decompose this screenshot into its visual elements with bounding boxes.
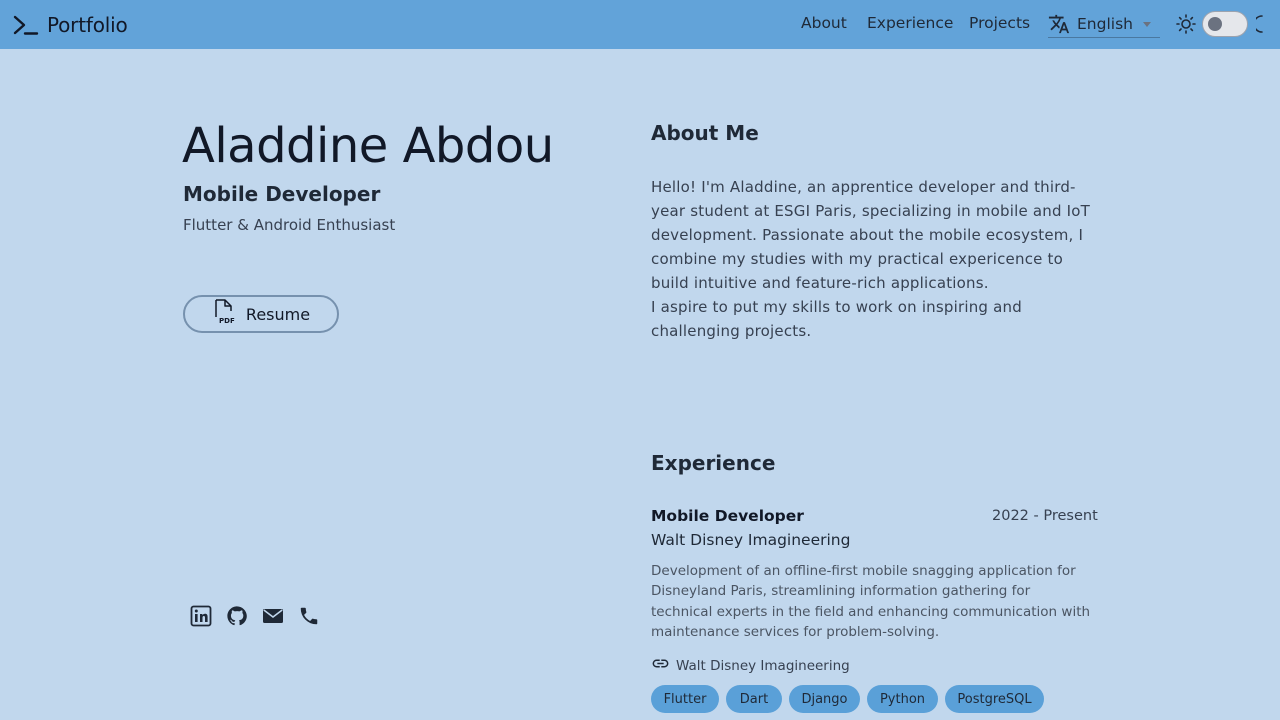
resume-button[interactable]: PDF Resume	[183, 295, 339, 333]
theme-toggle[interactable]	[1202, 11, 1248, 37]
linkedin-icon[interactable]	[190, 605, 212, 627]
tag-flutter: Flutter	[651, 685, 719, 713]
top-navbar: Portfolio About Experience Projects Engl…	[0, 0, 1280, 49]
nav-about[interactable]: About	[801, 14, 847, 32]
pdf-file-icon: PDF	[212, 299, 236, 329]
social-links	[190, 605, 320, 627]
nav-experience[interactable]: Experience	[867, 14, 953, 32]
tag-python: Python	[867, 685, 938, 713]
terminal-icon	[13, 14, 39, 36]
resume-label: Resume	[245, 304, 311, 324]
link-icon	[651, 654, 670, 677]
tag-django: Django	[789, 685, 860, 713]
profile-role: Mobile Developer	[183, 182, 381, 206]
experience-description: Development of an offline-first mobile s…	[651, 563, 1091, 640]
svg-text:PDF: PDF	[219, 317, 235, 325]
toggle-knob	[1208, 17, 1222, 31]
about-paragraph: Hello! I'm Aladdine, an apprentice devel…	[651, 178, 1091, 292]
brand-title: Portfolio	[47, 12, 128, 37]
tag-dart: Dart	[726, 685, 782, 713]
nav-projects[interactable]: Projects	[969, 14, 1030, 32]
translate-icon	[1048, 13, 1070, 35]
brand-link[interactable]: Portfolio	[13, 0, 128, 49]
moon-icon	[1253, 14, 1272, 38]
email-icon[interactable]	[262, 605, 284, 627]
experience-company: Walt Disney Imagineering	[651, 531, 851, 549]
about-title: About Me	[651, 121, 759, 145]
about-paragraph: I aspire to put my skills to work on ins…	[651, 298, 1022, 340]
experience-title: Experience	[651, 451, 776, 475]
language-select[interactable]: English	[1048, 10, 1160, 38]
tag-postgresql: PostgreSQL	[945, 685, 1044, 713]
experience-role: Mobile Developer	[651, 507, 804, 525]
chevron-down-icon	[1143, 22, 1151, 27]
language-label: English	[1077, 14, 1133, 33]
experience-link[interactable]: Walt Disney Imagineering	[651, 654, 850, 677]
profile-name: Aladdine Abdou	[182, 118, 554, 174]
github-icon[interactable]	[226, 605, 248, 627]
experience-link-label: Walt Disney Imagineering	[676, 657, 850, 674]
about-text: Hello! I'm Aladdine, an apprentice devel…	[651, 175, 1091, 343]
phone-icon[interactable]	[298, 605, 320, 627]
sun-icon	[1176, 14, 1196, 38]
experience-dates: 2022 - Present	[992, 508, 1098, 524]
profile-tagline: Flutter & Android Enthusiast	[183, 216, 396, 234]
